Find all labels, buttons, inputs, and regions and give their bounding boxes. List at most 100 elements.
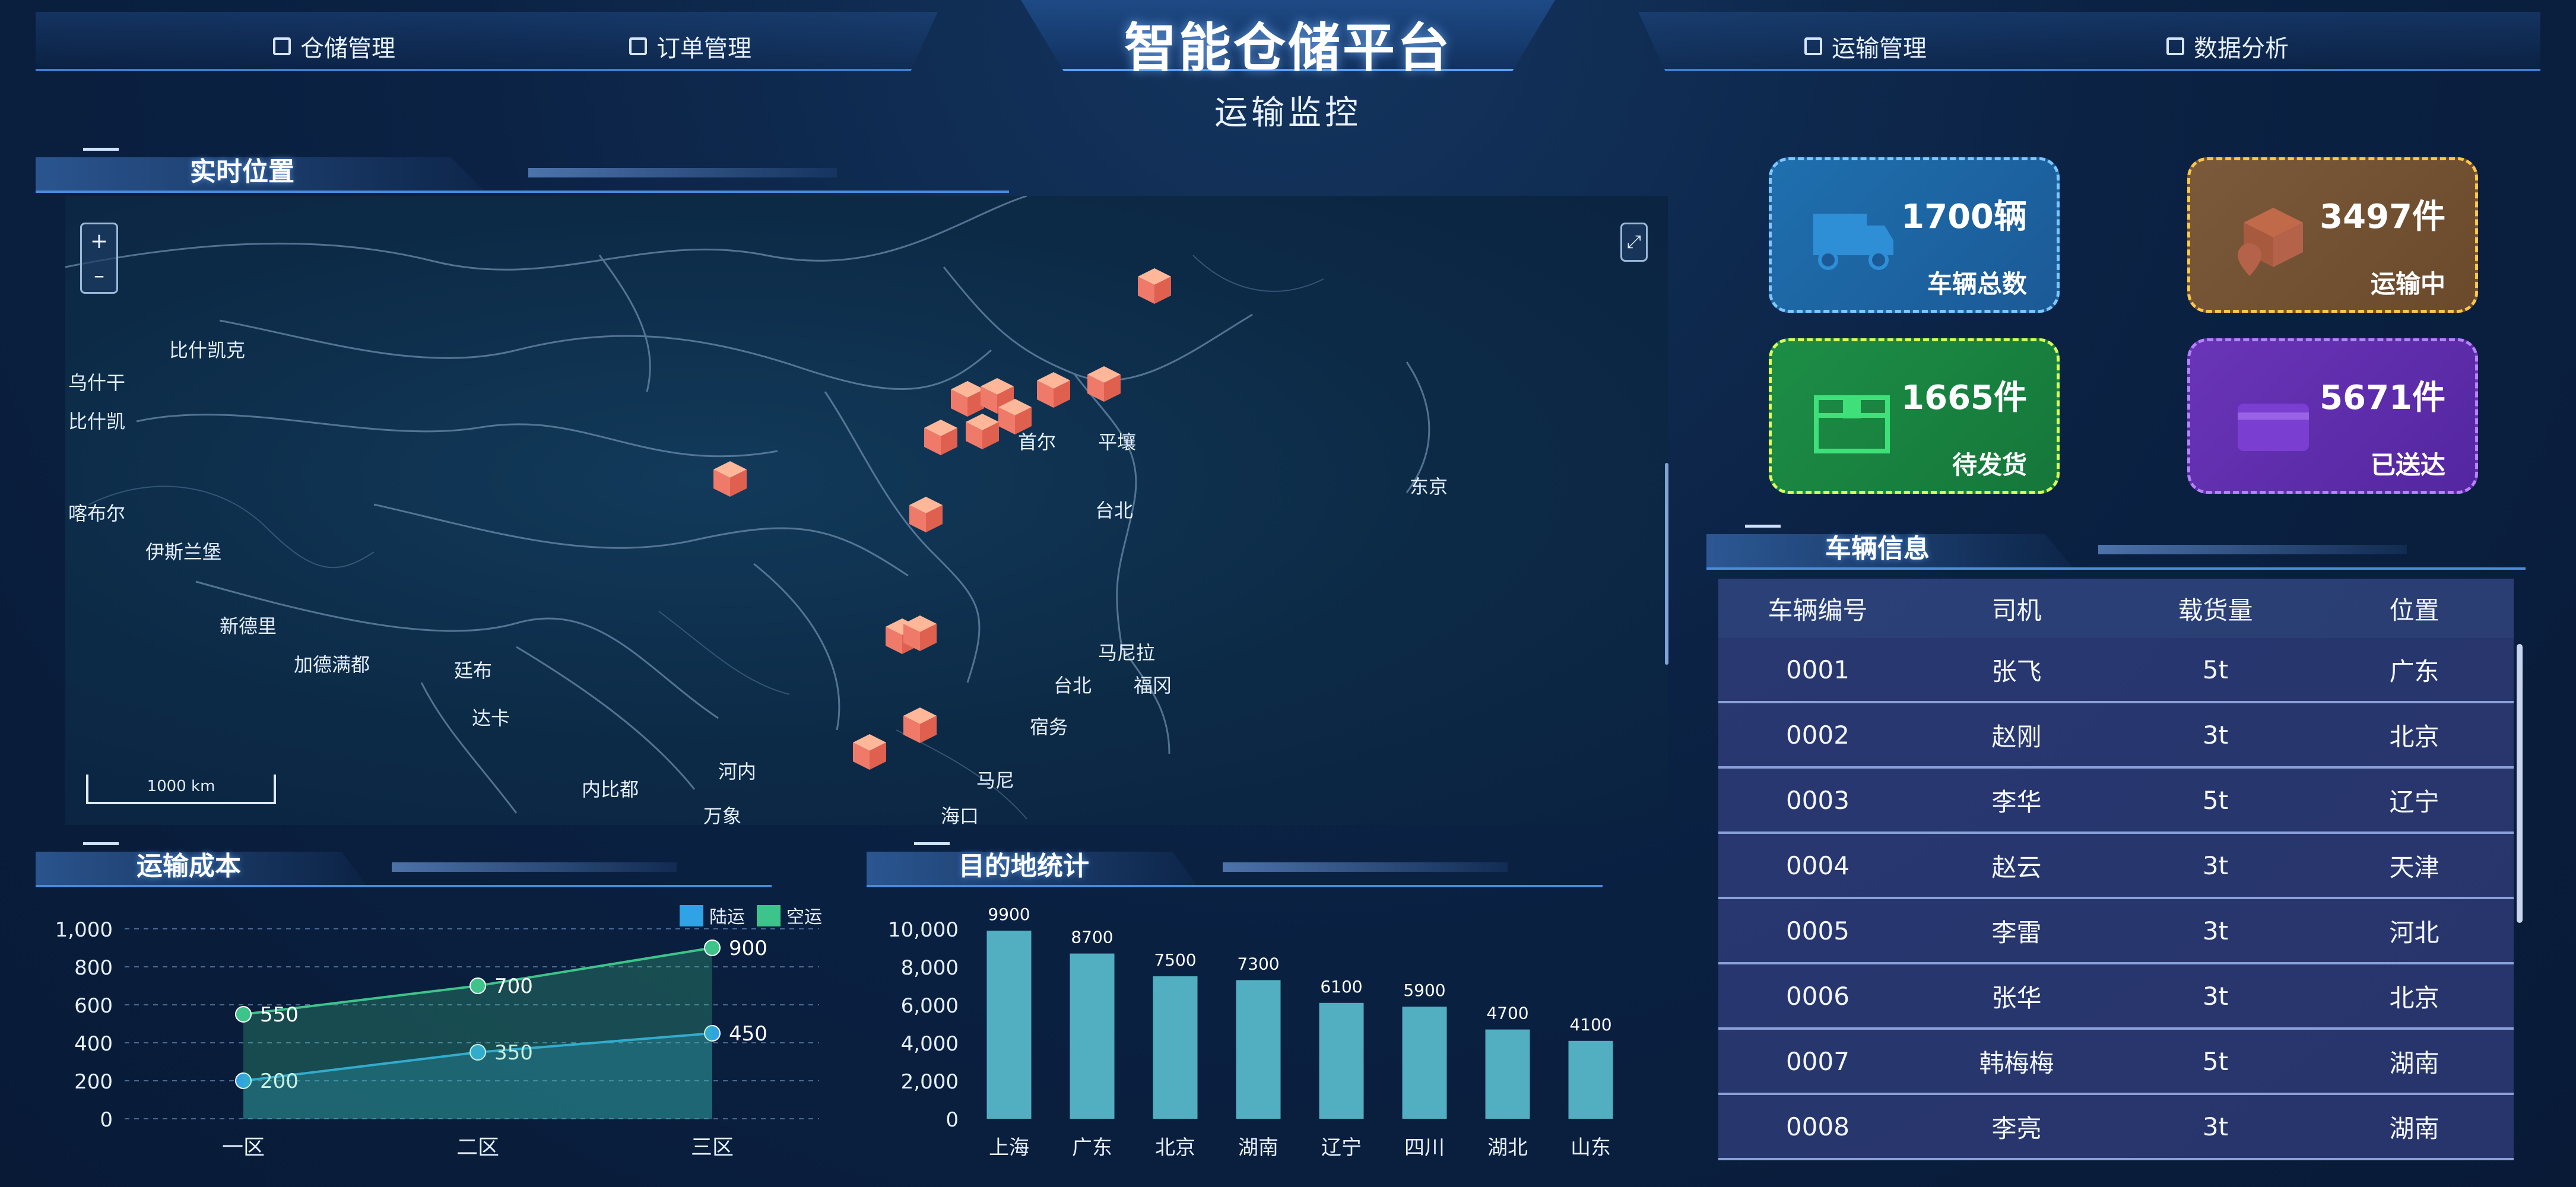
bar bbox=[1153, 976, 1198, 1119]
data-point bbox=[235, 1006, 252, 1023]
y-tick-label: 4,000 bbox=[901, 1032, 959, 1056]
cell-driver: 韩梅梅 bbox=[1979, 1048, 2054, 1078]
data-point bbox=[704, 940, 721, 956]
data-label: 9900 bbox=[988, 904, 1030, 924]
map-scale-bar bbox=[86, 775, 276, 804]
truck-icon bbox=[1804, 37, 1822, 55]
stat-card-pending[interactable]: 1665件 待发货 bbox=[1769, 338, 2060, 494]
table-row[interactable]: 0006 张华 3t 北京 bbox=[1718, 964, 2514, 1030]
cell-location: 湖南 bbox=[2389, 1113, 2439, 1143]
vehicle-section-header: 车辆信息 bbox=[1706, 516, 2526, 570]
x-tick-label: 北京 bbox=[1155, 1136, 1195, 1160]
x-tick-label: 三区 bbox=[691, 1135, 734, 1160]
stat-value: 1665件 bbox=[1901, 379, 2027, 417]
map-label: 河内 bbox=[718, 760, 757, 783]
map-label: 新德里 bbox=[220, 615, 277, 637]
cell-id: 0006 bbox=[1786, 981, 1849, 1011]
map-label: 内比都 bbox=[582, 778, 639, 801]
x-tick-label: 辽宁 bbox=[1321, 1136, 1362, 1160]
table-row[interactable]: 0007 韩梅梅 5t 湖南 bbox=[1718, 1030, 2514, 1095]
cell-location: 广东 bbox=[2389, 656, 2439, 686]
zoom-out-button[interactable]: – bbox=[82, 259, 116, 293]
stat-caption: 已送达 bbox=[2370, 450, 2445, 480]
column-header[interactable]: 司机 bbox=[1917, 591, 2116, 627]
bar bbox=[986, 931, 1032, 1119]
table-scrollbar[interactable] bbox=[2517, 644, 2523, 923]
table-header-row: 车辆编号 司机 载货量 位置 bbox=[1718, 579, 2514, 638]
x-tick-label: 二区 bbox=[456, 1135, 499, 1160]
cell-driver: 张飞 bbox=[1991, 656, 2042, 686]
y-tick-label: 200 bbox=[74, 1070, 113, 1094]
zoom-in-button[interactable]: + bbox=[82, 224, 116, 259]
cell-load: 5t bbox=[2202, 655, 2229, 684]
x-tick-label: 一区 bbox=[222, 1135, 265, 1160]
map-scrollbar[interactable] bbox=[1665, 463, 1668, 665]
cell-driver: 李亮 bbox=[1991, 1113, 2042, 1143]
map-label: 廷布 bbox=[454, 659, 493, 682]
bar-chart-icon bbox=[2166, 37, 2184, 55]
column-header[interactable]: 车辆编号 bbox=[1718, 591, 1917, 627]
nav-transport[interactable]: 运输管理 bbox=[1804, 17, 1927, 76]
nav-orders[interactable]: 订单管理 bbox=[629, 17, 751, 76]
destination-section-header: 目的地统计 bbox=[867, 834, 1603, 887]
column-header[interactable]: 载货量 bbox=[2116, 591, 2315, 627]
stat-value: 3497件 bbox=[2320, 198, 2445, 236]
cell-id: 0005 bbox=[1786, 916, 1849, 945]
y-tick-label: 10,000 bbox=[888, 918, 959, 942]
realtime-map[interactable]: 比什凯克 乌什干 比什凯 喀布尔 伊斯兰堡 新德里 加德满都 廷布 达卡 内比都… bbox=[65, 196, 1668, 825]
map-label: 台北 bbox=[1095, 499, 1134, 522]
stat-card-in-transit[interactable]: 3497件 运输中 bbox=[2187, 157, 2478, 313]
data-label: 550 bbox=[260, 1003, 299, 1027]
legend-label: 空运 bbox=[786, 907, 822, 928]
data-label: 4100 bbox=[1569, 1015, 1611, 1034]
table-row[interactable]: 0004 赵云 3t 天津 bbox=[1718, 834, 2514, 899]
cell-id: 0002 bbox=[1786, 720, 1849, 750]
y-tick-label: 8,000 bbox=[901, 956, 959, 980]
map-label: 宿务 bbox=[1030, 716, 1068, 738]
bar bbox=[1568, 1040, 1613, 1119]
cell-load: 3t bbox=[2202, 916, 2229, 945]
map-label: 加德满都 bbox=[294, 653, 370, 676]
table-row[interactable]: 0005 李雷 3t 河北 bbox=[1718, 899, 2514, 964]
stat-card-delivered[interactable]: 5671件 已送达 bbox=[2187, 338, 2478, 494]
table-row[interactable]: 0003 李华 5t 辽宁 bbox=[1718, 769, 2514, 834]
nav-right-panel bbox=[1638, 12, 2540, 71]
page-title: 智能仓储平台 bbox=[1124, 17, 1452, 78]
cell-location: 北京 bbox=[2389, 722, 2439, 751]
x-tick-label: 山东 bbox=[1571, 1136, 1611, 1160]
nav-warehouse[interactable]: 仓储管理 bbox=[273, 17, 395, 76]
map-label: 马尼拉 bbox=[1098, 642, 1156, 664]
cell-location: 辽宁 bbox=[2389, 787, 2439, 817]
fullscreen-icon[interactable]: ⤢ bbox=[1620, 223, 1648, 262]
nav-analytics[interactable]: 数据分析 bbox=[2166, 17, 2289, 76]
table-row[interactable]: 0008 李亮 3t 湖南 bbox=[1718, 1095, 2514, 1160]
cost-section-header: 运输成本 bbox=[36, 834, 772, 887]
column-header[interactable]: 位置 bbox=[2315, 591, 2514, 627]
cell-id: 0001 bbox=[1786, 655, 1849, 684]
x-tick-label: 广东 bbox=[1072, 1136, 1112, 1160]
transport-cost-chart: 0 200 400 600 800 1,000 一区 二区 三区 200 350 450 陆运 550 70… bbox=[36, 887, 855, 1172]
y-tick-label: 400 bbox=[74, 1032, 113, 1056]
map-label: 平壤 bbox=[1098, 431, 1137, 453]
data-label: 4700 bbox=[1486, 1004, 1528, 1023]
y-tick-label: 2,000 bbox=[901, 1070, 959, 1094]
bar bbox=[1319, 1002, 1364, 1119]
cell-load: 5t bbox=[2202, 1046, 2229, 1076]
table-row[interactable]: 0001 张飞 5t 广东 bbox=[1718, 638, 2514, 703]
document-icon bbox=[629, 37, 647, 55]
box-icon bbox=[1814, 395, 1890, 453]
cell-location: 河北 bbox=[2389, 918, 2439, 947]
map-section-header: 实时位置 bbox=[36, 139, 1009, 193]
data-label: 900 bbox=[729, 937, 767, 960]
stat-card-vehicles[interactable]: 1700辆 车辆总数 bbox=[1769, 157, 2060, 313]
cell-driver: 赵刚 bbox=[1991, 722, 2042, 751]
home-icon bbox=[273, 37, 291, 55]
legend-swatch bbox=[680, 905, 703, 926]
cell-location: 北京 bbox=[2389, 983, 2439, 1013]
cell-location: 湖南 bbox=[2389, 1048, 2439, 1078]
legend-swatch bbox=[757, 905, 781, 926]
map-label: 马尼 bbox=[976, 769, 1015, 792]
map-label: 万象 bbox=[703, 805, 742, 825]
cell-id: 0008 bbox=[1786, 1112, 1849, 1141]
table-row[interactable]: 0002 赵刚 3t 北京 bbox=[1718, 703, 2514, 769]
